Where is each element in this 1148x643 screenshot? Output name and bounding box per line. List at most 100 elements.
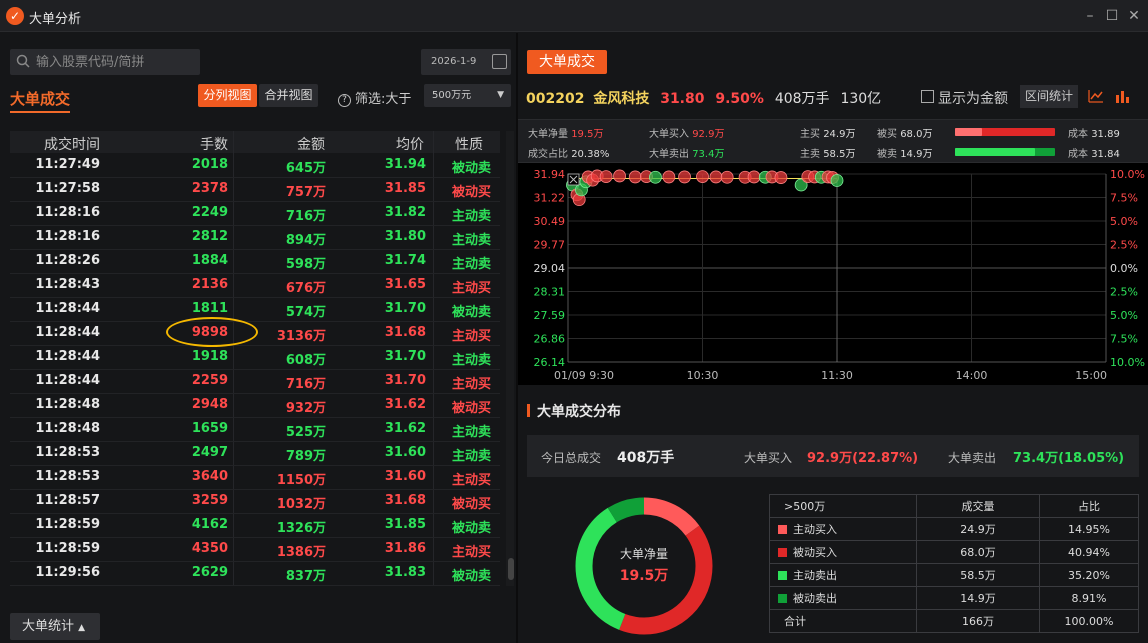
trade-time: 11:28:57	[35, 493, 100, 508]
pct-tick-label: 5.0%	[1110, 309, 1138, 322]
merge-view-button[interactable]: 合并视图	[259, 84, 318, 107]
dist-type: 被动买入	[769, 540, 917, 564]
legend-swatch	[778, 594, 787, 603]
col-kind[interactable]: 性质	[455, 134, 483, 154]
trade-chart[interactable]: 31.94 10.0% 31.22 7.5% 30.49 5.0% 29.77 2.5% 29.…	[518, 163, 1148, 385]
dist-share: 40.94%	[1039, 540, 1139, 564]
chart-svg[interactable]: 31.94 10.0% 31.22 7.5% 30.49 5.0% 29.77 2.5% 29.…	[518, 163, 1148, 385]
pct-tick-label: 7.5%	[1110, 192, 1138, 205]
table-row[interactable]: 11:28:59 4162 1326万 31.85 被动卖	[10, 514, 500, 538]
total-value: 408万手	[617, 450, 675, 466]
trade-kind: 主动买	[451, 473, 491, 488]
stat-button[interactable]: 大单统计 ▲	[10, 613, 100, 640]
trade-price: 31.62	[384, 397, 426, 412]
dist-row: 被动买入 68.0万 40.94%	[769, 540, 1139, 564]
table-row[interactable]: 11:28:16 2812 894万 31.80 主动卖	[10, 226, 500, 250]
dist-total-row: 合计 166万 100.00%	[769, 609, 1139, 633]
trade-time: 11:27:58	[35, 181, 100, 196]
x-tick-label: 15:00	[1075, 369, 1107, 382]
scroll-thumb[interactable]	[508, 558, 514, 580]
distribution-title: 大单成交分布	[537, 404, 621, 420]
trade-volume: 1811	[191, 301, 228, 316]
trade-volume: 2136	[191, 277, 228, 292]
col-time[interactable]: 成交时间	[44, 134, 100, 154]
split-view-button[interactable]: 分列视图	[198, 84, 257, 107]
amount-checkbox[interactable]	[921, 90, 934, 103]
trade-price: 31.80	[384, 229, 426, 244]
trade-volume: 2497	[191, 445, 228, 460]
trade-volume: 2948	[191, 397, 228, 412]
minimize-icon[interactable]: –	[1080, 6, 1100, 26]
right-panel: 大单成交 002202 金风科技 31.80 9.50% 408万手 130亿 …	[518, 33, 1148, 643]
table-row[interactable]: 11:28:44 1811 574万 31.70 被动卖	[10, 298, 500, 322]
col-amount[interactable]: 金额	[297, 134, 325, 154]
filter-dropdown[interactable]: 500万元 ▼	[424, 84, 511, 107]
sell-ratio-bar	[955, 148, 1055, 156]
amount-checkbox-label[interactable]: 显示为金额	[938, 88, 1008, 108]
active-buy: 主买 24.9万	[800, 129, 856, 140]
table-row[interactable]: 11:28:48 2948 932万 31.62 被动买	[10, 394, 500, 418]
range-stat-button[interactable]: 区间统计	[1020, 85, 1078, 108]
table-row[interactable]: 11:28:57 3259 1032万 31.68 被动买	[10, 490, 500, 514]
table-row[interactable]: 11:28:16 2249 716万 31.82 主动卖	[10, 202, 500, 226]
trade-kind: 主动买	[451, 377, 491, 392]
date-value: 2026-1-9	[431, 56, 477, 67]
table-row[interactable]: 11:28:48 1659 525万 31.62 主动卖	[10, 418, 500, 442]
date-picker[interactable]: 2026-1-9	[421, 49, 511, 75]
stock-price: 31.80	[660, 91, 705, 107]
calendar-icon[interactable]	[492, 54, 507, 69]
filter-value: 500万元	[432, 90, 472, 101]
table-row[interactable]: 11:28:44 1918 608万 31.70 主动卖	[10, 346, 500, 370]
trade-price: 31.86	[384, 541, 426, 556]
trade-time: 11:28:59	[35, 541, 100, 556]
buy-marker	[613, 169, 626, 183]
close-icon[interactable]: ✕	[1124, 6, 1144, 26]
trade-kind: 主动卖	[451, 353, 491, 368]
trade-kind: 被动卖	[451, 161, 491, 176]
dist-share: 35.20%	[1039, 563, 1139, 587]
chevron-down-icon: ▼	[497, 90, 504, 100]
bar-chart-icon[interactable]	[1114, 88, 1130, 104]
stock-change: 9.50%	[715, 91, 764, 107]
table-row[interactable]: 11:28:44 2259 716万 31.70 主动买	[10, 370, 500, 394]
trade-price: 31.85	[384, 181, 426, 196]
trade-amount: 716万	[285, 209, 326, 224]
trade-price: 31.60	[384, 469, 426, 484]
trade-amount: 789万	[285, 449, 326, 464]
table-row[interactable]: 11:28:26 1884 598万 31.74 主动卖	[10, 250, 500, 274]
summary-buy-label: 大单买入	[744, 451, 793, 465]
trade-volume: 1918	[191, 349, 228, 364]
maximize-icon[interactable]: ☐	[1102, 6, 1122, 26]
buy-marker	[599, 170, 613, 183]
search-input[interactable]	[36, 52, 196, 72]
passive-buy: 被买 68.0万	[877, 129, 933, 140]
big-trade-button[interactable]: 大单成交	[527, 50, 607, 74]
table-row[interactable]: 11:27:49 2018 645万 31.94 被动卖	[10, 154, 500, 178]
table-row[interactable]: 11:29:56 2629 837万 31.83 被动卖	[10, 562, 500, 586]
stock-code: 002202	[526, 91, 585, 107]
buy-marker	[774, 171, 788, 184]
y-tick-label: 27.59	[534, 309, 566, 322]
title-bar: ✓ 大单分析 – ☐ ✕	[0, 0, 1148, 32]
table-header: 成交时间 手数 金额 均价 性质	[10, 131, 500, 153]
buy-marker	[709, 170, 723, 184]
trade-volume: 3259	[191, 493, 228, 508]
section-marker	[527, 404, 530, 417]
trade-volume: 2259	[191, 373, 228, 388]
trade-amount: 932万	[285, 401, 326, 416]
table-row[interactable]: 11:28:53 3640 1150万 31.60 主动买	[10, 466, 500, 490]
table-row[interactable]: 11:27:58 2378 757万 31.85 被动买	[10, 178, 500, 202]
trade-time: 11:27:49	[35, 157, 100, 172]
search-box[interactable]	[10, 49, 200, 75]
col-volume[interactable]: 手数	[200, 134, 228, 154]
help-icon[interactable]: ?	[338, 94, 351, 107]
scrollbar[interactable]	[506, 131, 514, 586]
col-price[interactable]: 均价	[396, 134, 424, 154]
trade-time: 11:28:16	[35, 229, 100, 244]
table-row[interactable]: 11:28:53 2497 789万 31.60 主动卖	[10, 442, 500, 466]
table-row[interactable]: 11:28:43 2136 676万 31.65 主动买	[10, 274, 500, 298]
table-row[interactable]: 11:28:59 4350 1386万 31.86 主动买	[10, 538, 500, 562]
pct-tick-label: 7.5%	[1110, 333, 1138, 346]
line-chart-icon[interactable]	[1088, 88, 1104, 104]
pct-tick-label: 10.0%	[1110, 356, 1145, 369]
